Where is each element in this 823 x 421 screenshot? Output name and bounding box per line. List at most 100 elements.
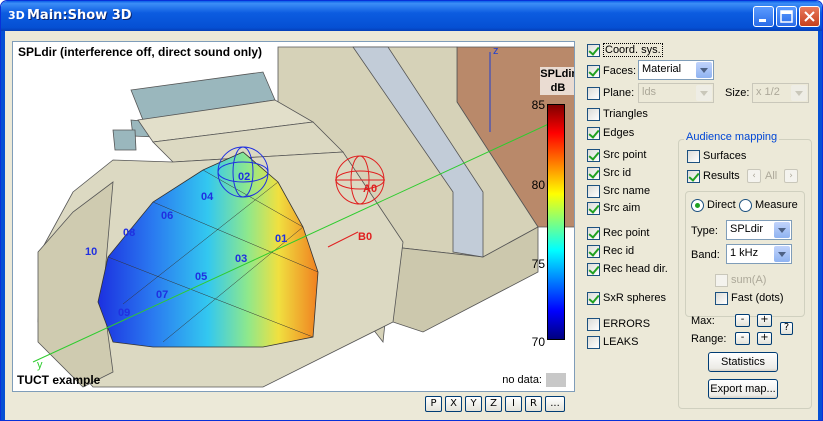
- next-result-button[interactable]: ›: [784, 169, 798, 183]
- edges-label: Edges: [603, 127, 635, 139]
- errors-check[interactable]: [587, 317, 600, 331]
- src-aim-checkbox[interactable]: Src aim: [587, 200, 640, 216]
- rec-head-dir-check[interactable]: [587, 262, 600, 276]
- sxr-spheres-check[interactable]: [587, 291, 600, 305]
- range-plus-button[interactable]: +: [757, 332, 772, 345]
- legend-tick-85: 85: [531, 98, 545, 112]
- view-z-button[interactable]: Z: [485, 396, 502, 412]
- plane-select-value: lds: [642, 86, 657, 98]
- max-label-wrap: Max:: [691, 313, 715, 329]
- size-select-value: x 1/2: [756, 86, 780, 98]
- surfaces-checkbox[interactable]: Surfaces: [687, 148, 746, 164]
- sxr-spheres-checkbox[interactable]: SxR spheres: [587, 290, 666, 306]
- coord-sys-label: Coord. sys.: [603, 43, 663, 57]
- viewport-footer: TUCT example: [17, 373, 101, 387]
- max-plus-button[interactable]: +: [757, 314, 772, 327]
- direct-label: Direct: [707, 199, 736, 211]
- size-label-wrap: Size:: [725, 85, 749, 101]
- surfaces-check[interactable]: [687, 149, 700, 163]
- src-name-label: Src name: [603, 185, 651, 197]
- view-i-button[interactable]: I: [505, 396, 522, 412]
- type-label: Type:: [691, 225, 718, 237]
- band-select[interactable]: 1 kHz: [726, 244, 792, 264]
- faces-label: Faces:: [603, 65, 637, 77]
- src-aim-check[interactable]: [587, 201, 600, 215]
- view-r-button[interactable]: R: [525, 396, 542, 412]
- view-more-button[interactable]: ...: [545, 396, 565, 412]
- source-b0-label: B0: [358, 231, 372, 243]
- view-p-button[interactable]: P: [425, 396, 442, 412]
- results-check[interactable]: [687, 169, 700, 183]
- minimize-button[interactable]: [753, 6, 774, 27]
- triangles-checkbox[interactable]: Triangles: [587, 106, 648, 122]
- title-bar[interactable]: 3D Main:Show 3D: [1, 1, 822, 31]
- fast-dots-check[interactable]: [715, 291, 728, 305]
- plane-checkbox[interactable]: Plane:: [587, 85, 634, 101]
- sum-a-checkbox[interactable]: sum(A): [715, 272, 766, 288]
- src-point-check[interactable]: [587, 148, 600, 162]
- view-x-button[interactable]: X: [445, 396, 462, 412]
- fast-dots-checkbox[interactable]: Fast (dots): [715, 290, 784, 306]
- src-name-check[interactable]: [587, 184, 600, 198]
- faces-checkbox[interactable]: Faces:: [587, 63, 636, 79]
- faces-select[interactable]: Material: [638, 60, 714, 80]
- edges-check[interactable]: [587, 126, 600, 140]
- legend-tick-70: 70: [531, 335, 545, 349]
- all-label: All: [765, 170, 778, 182]
- source-a0-label: A0: [363, 183, 377, 195]
- measure-radio[interactable]: Measure: [739, 197, 798, 213]
- measure-label: Measure: [755, 199, 798, 211]
- measure-radio-dot[interactable]: [739, 198, 752, 212]
- src-id-check[interactable]: [587, 166, 600, 180]
- plane-select[interactable]: lds: [638, 83, 714, 103]
- sxr-spheres-label: SxR spheres: [603, 292, 666, 304]
- close-button[interactable]: [799, 6, 820, 27]
- receiver-04-label: 04: [201, 191, 214, 203]
- maximize-button[interactable]: [776, 6, 797, 27]
- direct-radio[interactable]: Direct: [691, 197, 736, 213]
- y-axis-label: y: [37, 359, 43, 371]
- src-name-checkbox[interactable]: Src name: [587, 183, 650, 199]
- range-minus-button[interactable]: -: [735, 332, 750, 345]
- legend-title-line2: dB: [550, 82, 566, 94]
- legend-tick-75: 75: [531, 257, 545, 271]
- band-label: Band:: [691, 249, 720, 261]
- coord-sys-checkbox[interactable]: Coord. sys.: [587, 42, 663, 58]
- direct-radio-dot[interactable]: [691, 198, 704, 212]
- results-checkbox[interactable]: Results: [687, 168, 740, 184]
- export-map-button[interactable]: Export map...: [708, 379, 778, 399]
- rec-point-checkbox[interactable]: Rec point: [587, 225, 649, 241]
- rec-head-dir-checkbox[interactable]: Rec head dir.: [587, 261, 668, 277]
- 3d-viewport[interactable]: z y A0 B0 01 02 03 04 05 06 07 08 09 10 …: [12, 41, 575, 392]
- prev-result-button[interactable]: ‹: [747, 169, 761, 183]
- src-point-checkbox[interactable]: Src point: [587, 147, 646, 163]
- rec-id-checkbox[interactable]: Rec id: [587, 243, 634, 259]
- sum-a-check[interactable]: [715, 273, 728, 287]
- help-button[interactable]: ?: [780, 322, 793, 335]
- leaks-checkbox[interactable]: LEAKS: [587, 334, 638, 350]
- plane-check[interactable]: [587, 86, 600, 100]
- coord-sys-check[interactable]: [587, 43, 600, 57]
- triangles-check[interactable]: [587, 107, 600, 121]
- leaks-check[interactable]: [587, 335, 600, 349]
- view-y-button[interactable]: Y: [465, 396, 482, 412]
- 3d-scene[interactable]: z y A0 B0 01 02 03 04 05 06 07 08 09 10: [13, 42, 575, 392]
- receiver-07-label: 07: [156, 289, 168, 301]
- app-icon: 3D: [8, 9, 25, 22]
- rec-id-check[interactable]: [587, 244, 600, 258]
- no-data-label: no data:: [502, 374, 542, 386]
- receiver-10-label: 10: [85, 246, 97, 258]
- size-select[interactable]: x 1/2: [752, 83, 809, 103]
- faces-check[interactable]: [587, 64, 600, 78]
- rec-head-dir-label: Rec head dir.: [603, 263, 668, 275]
- viewport-title: SPLdir (interference off, direct sound o…: [18, 45, 263, 59]
- rec-point-check[interactable]: [587, 226, 600, 240]
- type-select-value: SPLdir: [730, 223, 764, 235]
- statistics-button[interactable]: Statistics: [708, 352, 778, 372]
- errors-checkbox[interactable]: ERRORS: [587, 316, 650, 332]
- receiver-09-label: 09: [118, 307, 130, 319]
- type-select[interactable]: SPLdir: [726, 220, 792, 240]
- edges-checkbox[interactable]: Edges: [587, 125, 634, 141]
- max-minus-button[interactable]: -: [735, 314, 750, 327]
- src-id-checkbox[interactable]: Src id: [587, 165, 631, 181]
